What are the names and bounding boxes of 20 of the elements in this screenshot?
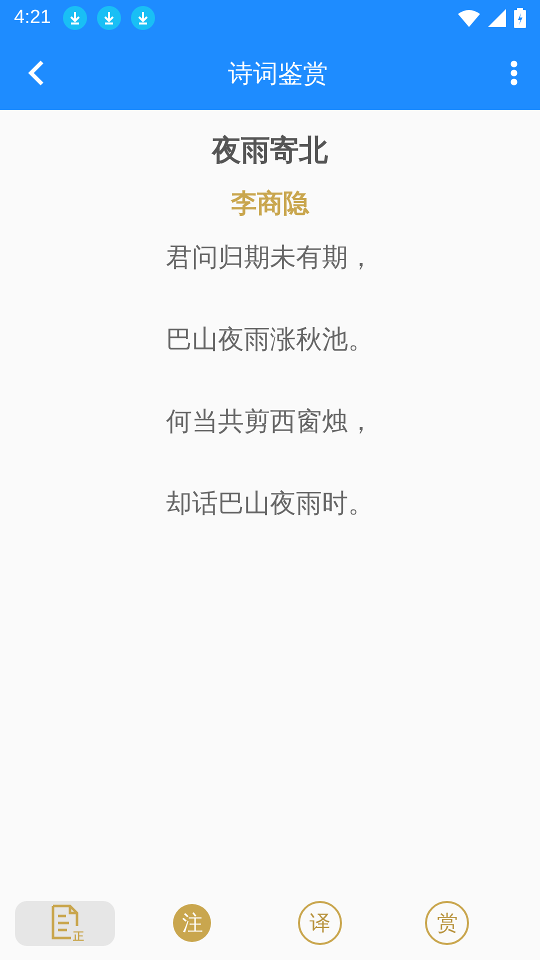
bottom-tab[interactable]: 赏 [398,900,497,946]
download-icon [130,6,155,30]
status-time: 4:21 [14,7,51,29]
bottom-tab[interactable]: 译 [270,900,370,946]
bottom-tab[interactable]: 正 [15,900,114,946]
poem-line: 何当共剪西窗烛， [166,406,374,439]
signal-icon [488,9,506,27]
wifi-icon [458,9,480,27]
screen-title: 诗词鉴赏 [227,58,329,90]
back-icon[interactable] [26,59,46,87]
poem-line: 却话巴山夜雨时。 [166,488,374,521]
bottom-tab[interactable]: 注 [142,900,242,946]
poem-title: 夜雨寄北 [212,132,328,169]
download-icon [62,6,87,30]
more-icon[interactable] [510,60,518,86]
download-icon [96,6,121,30]
poem-line: 君问归期未有期， [166,242,374,275]
poem-line: 巴山夜雨涨秋池。 [166,324,374,357]
battery-icon [514,8,526,28]
poem-author: 李商隐 [231,188,309,221]
